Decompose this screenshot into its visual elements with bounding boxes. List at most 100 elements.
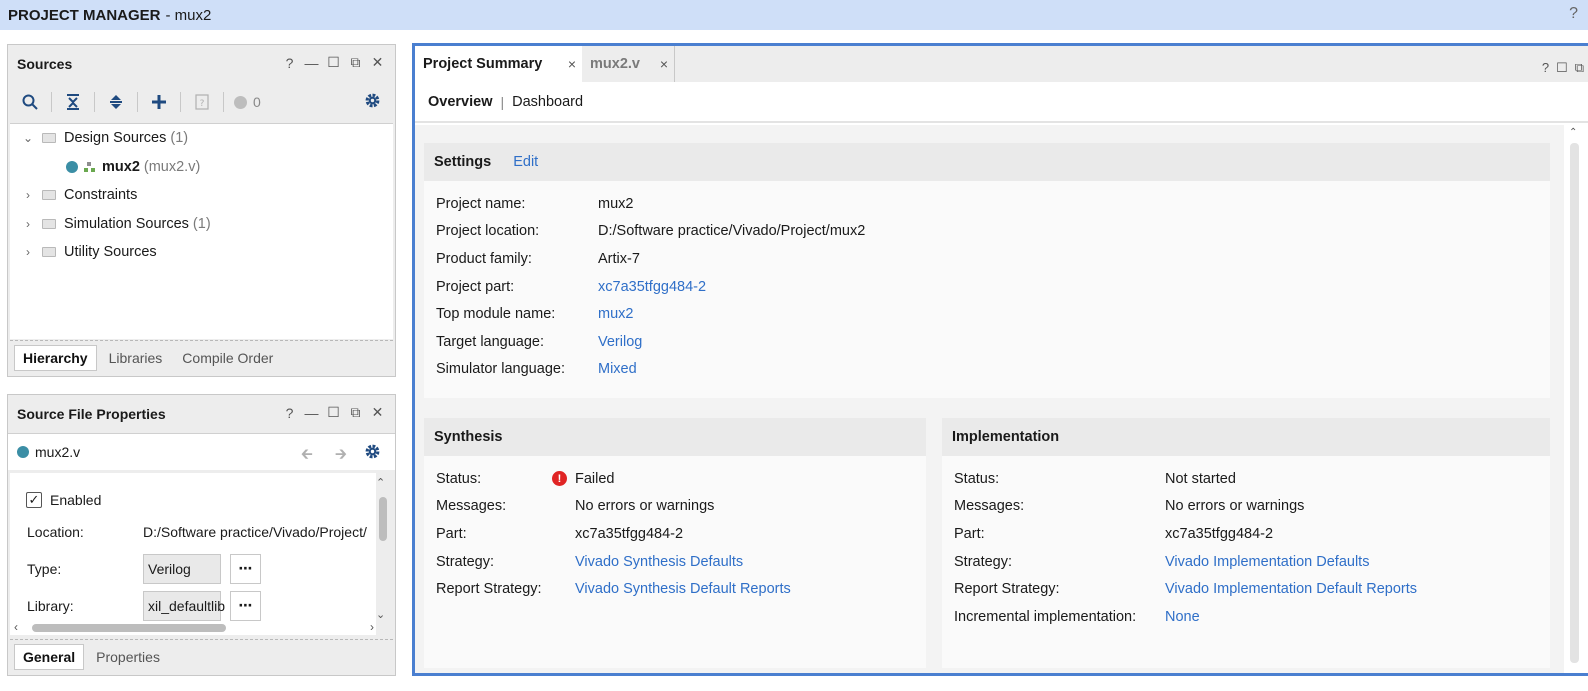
scroll-thumb[interactable] [379,497,387,541]
settings-rows: Project name: mux2 Project location: D:/So… [424,181,1550,383]
type-browse-button[interactable]: ⋯ [230,553,261,584]
svg-text:?: ? [200,99,205,109]
arrow-left-icon[interactable]: 🡰 [301,444,313,469]
row-label: Part: [954,525,985,542]
synthesis-header: Synthesis [424,418,926,456]
tree-node-constraints[interactable]: › Constraints [10,181,393,210]
tree-node-simulation-sources[interactable]: › Simulation Sources (1) [10,210,393,239]
gear-icon[interactable] [364,443,381,463]
collapse-all-icon[interactable] [62,91,84,113]
row-value: mux2 [598,195,634,212]
library-row: Library: xil_defaultlib ⋯ [10,587,376,623]
app-title: PROJECT MANAGER [8,6,161,24]
project-part-link[interactable]: xc7a35tfgg484-2 [598,279,706,295]
expand-all-icon[interactable] [105,91,127,113]
synthesis-strategy-link[interactable]: Vivado Synthesis Defaults [575,554,743,570]
row-label: Report Strategy: [954,581,1060,598]
chevron-up-icon[interactable]: ⌃ [376,476,385,489]
chevron-down-icon[interactable]: ⌄ [20,131,36,145]
editor-window-controls: ? ☐ ⧉ [1542,60,1584,76]
props-horizontal-scrollbar[interactable]: ‹ › [10,620,376,635]
add-icon[interactable] [148,91,170,113]
target-language-link[interactable]: Verilog [598,334,642,350]
chevron-down-icon[interactable]: ⌄ [376,608,385,621]
summary-vertical-scrollbar[interactable]: ⌃ [1564,125,1588,673]
implementation-row: Status: Not started [942,465,1550,493]
help-icon[interactable]: ? [1569,5,1578,23]
synthesis-report-strategy-link[interactable]: Vivado Synthesis Default Reports [575,581,791,597]
gear-icon[interactable] [364,92,381,112]
row-label: Product family: [436,250,532,267]
help-icon[interactable]: ? [282,55,297,71]
top-module-link[interactable]: mux2 [598,306,633,322]
close-icon[interactable]: ✕ [370,54,385,70]
incremental-implementation-link[interactable]: None [1165,609,1200,625]
unknown-file-icon[interactable]: ? [191,91,213,113]
close-icon[interactable]: × [568,56,576,72]
help-icon[interactable]: ? [1542,60,1549,76]
simulator-language-link[interactable]: Mixed [598,361,637,377]
row-label: Status: [436,470,482,487]
settings-edit-link[interactable]: Edit [513,154,538,170]
editor-tab-bar: Project Summary × mux2.v × ? ☐ ⧉ [415,46,1588,82]
synthesis-row: Messages: No errors or warnings [424,493,926,521]
tab-compile-order[interactable]: Compile Order [174,346,281,370]
file-status-dot-icon [66,160,78,173]
minimize-icon[interactable]: — [304,405,319,421]
props-title: Source File Properties [17,406,166,422]
implementation-strategy-link[interactable]: Vivado Implementation Defaults [1165,554,1369,570]
chevron-right-icon[interactable]: › [20,188,36,202]
implementation-row: Part: xc7a35tfgg484-2 [942,520,1550,548]
arrow-right-icon[interactable]: 🡲 [335,444,347,469]
float-icon[interactable]: ⧉ [348,404,363,420]
tab-mux2-v[interactable]: mux2.v × [582,46,675,82]
tab-project-summary[interactable]: Project Summary × [415,46,582,82]
chevron-right-icon[interactable]: › [370,620,374,634]
scroll-thumb[interactable] [32,624,226,632]
module-file: (mux2.v) [143,158,201,175]
float-icon[interactable]: ⧉ [348,54,363,70]
row-label: Target language: [436,333,545,350]
tab-properties[interactable]: Properties [88,645,168,669]
subnav-dashboard[interactable]: Dashboard [512,94,583,110]
chevron-left-icon[interactable]: ‹ [14,620,18,634]
maximize-icon[interactable]: ☐ [326,54,341,70]
row-label: Project part: [436,278,515,295]
library-field[interactable]: xil_defaultlib [143,590,225,621]
chevron-up-icon[interactable]: ⌃ [1569,127,1577,138]
implementation-row: Strategy: Vivado Implementation Defaults [942,548,1550,576]
implementation-title: Implementation [952,429,1060,445]
float-icon[interactable]: ⧉ [1575,60,1584,76]
tree-node-utility-sources[interactable]: › Utility Sources [10,238,393,267]
subnav-separator: | [500,93,505,110]
help-icon[interactable]: ? [282,405,297,421]
settings-row: Project location: D:/Software practice/Vi… [424,218,1550,246]
props-vertical-scrollbar[interactable]: ⌃ ⌄ [375,473,391,623]
maximize-icon[interactable]: ☐ [1556,60,1568,76]
tab-libraries[interactable]: Libraries [101,346,171,370]
sources-tree: ⌄ Design Sources (1) mux2 (mux2.v) › Con… [10,123,393,339]
subnav-overview[interactable]: Overview [428,94,493,110]
search-icon[interactable] [19,91,41,113]
implementation-report-strategy-link[interactable]: Vivado Implementation Default Reports [1165,581,1417,597]
synthesis-row: Status:! Failed [424,465,926,493]
toolbar-separator [223,92,224,112]
close-icon[interactable]: ✕ [370,404,385,420]
row-value: No errors or warnings [575,498,715,515]
tab-general[interactable]: General [14,643,85,670]
row-value: D:/Software practice/Vivado/Project/mux2 [598,223,866,240]
tree-node-mux2[interactable]: mux2 (mux2.v) [10,153,393,182]
type-field[interactable]: Verilog [143,553,221,584]
library-browse-button[interactable]: ⋯ [230,590,261,621]
scroll-thumb[interactable] [1570,143,1579,663]
tree-node-design-sources[interactable]: ⌄ Design Sources (1) [10,124,393,153]
chevron-right-icon[interactable]: › [20,217,36,231]
close-icon[interactable]: × [660,56,668,72]
enabled-checkbox[interactable]: ✓ [26,492,42,508]
tab-hierarchy[interactable]: Hierarchy [14,344,97,371]
implementation-row: Incremental implementation: None [942,603,1550,631]
maximize-icon[interactable]: ☐ [326,404,341,420]
chevron-right-icon[interactable]: › [20,245,36,259]
minimize-icon[interactable]: — [304,55,319,71]
title-bar: PROJECT MANAGER - mux2 ? [0,0,1588,30]
